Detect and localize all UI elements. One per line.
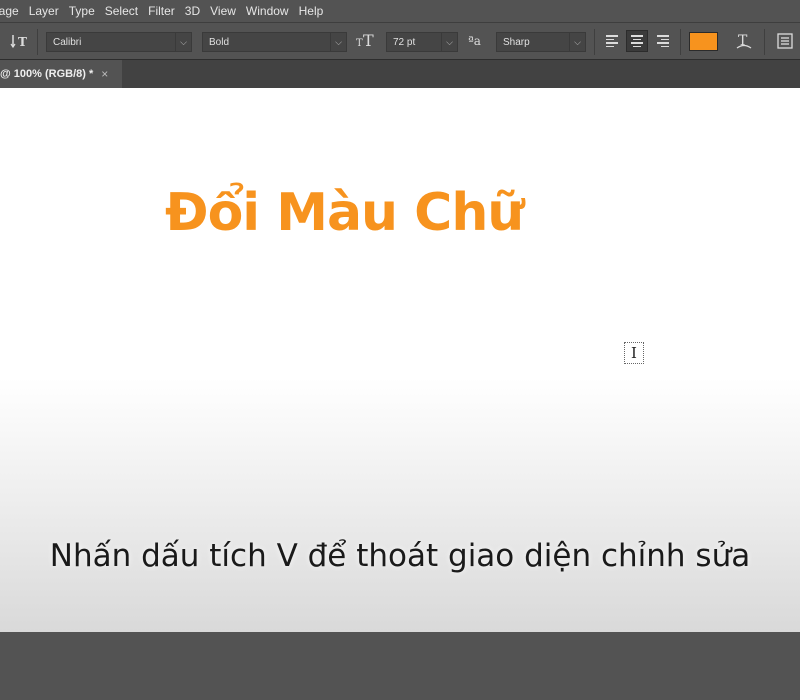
text-color-swatch[interactable] [689,32,718,51]
document-tab-title: @ 100% (RGB/8) * [0,68,94,80]
menu-filter[interactable]: Filter [143,0,180,22]
font-family-value: Calibri [53,36,82,48]
canvas-headline-text[interactable]: Đổi Màu Chữ [165,183,585,243]
document-tab[interactable]: @ 100% (RGB/8) * × [0,60,122,88]
menu-view[interactable]: View [205,0,241,22]
chevron-down-icon: ⌵ [441,33,457,51]
svg-text:T: T [356,38,363,49]
warp-text-icon[interactable]: T [734,31,754,55]
align-right-button[interactable] [652,30,674,52]
menu-image[interactable]: nage [0,0,24,22]
anti-alias-value: Sharp [503,36,530,48]
align-right-icon [657,35,669,47]
menu-3d[interactable]: 3D [180,0,205,22]
menu-layer[interactable]: Layer [24,0,64,22]
font-size-icon: T T [356,31,378,53]
menu-select[interactable]: Select [100,0,143,22]
video-caption: Nhấn dấu tích V để thoát giao diện chỉnh… [49,538,751,574]
font-size-value: 72 pt [393,36,416,48]
chevron-down-icon: ⌵ [175,33,191,51]
chevron-down-icon: ⌵ [569,33,585,51]
font-style-dropdown[interactable]: Bold ⌵ [202,32,347,52]
document-canvas[interactable]: Đổi Màu Chữ I Nhấn dấu tích V để thoát g… [0,88,800,632]
text-cursor-icon: I [624,342,644,364]
options-bar: T Calibri ⌵ Bold ⌵ T T 72 pt ⌵ ªa Sharp … [0,22,800,60]
menu-window[interactable]: Window [241,0,294,22]
divider [764,29,765,55]
chevron-down-icon: ⌵ [330,33,346,51]
divider [37,29,38,55]
anti-alias-icon: ªa [468,34,481,48]
align-center-button[interactable] [626,30,648,52]
svg-text:T: T [18,35,27,49]
align-left-button[interactable] [601,30,623,52]
font-size-dropdown[interactable]: 72 pt ⌵ [386,32,458,52]
text-orientation-toggle-icon[interactable]: T [10,32,28,54]
align-left-icon [606,35,618,47]
anti-alias-dropdown[interactable]: Sharp ⌵ [496,32,586,52]
document-tab-bar: @ 100% (RGB/8) * × [0,60,800,88]
menu-type[interactable]: Type [64,0,100,22]
font-style-value: Bold [209,36,230,48]
character-panel-icon[interactable] [776,32,794,54]
divider [594,29,595,55]
menu-help[interactable]: Help [294,0,329,22]
close-icon[interactable]: × [101,67,108,81]
menu-bar: nage Layer Type Select Filter 3D View Wi… [0,0,800,22]
caption-band [0,378,800,632]
font-family-dropdown[interactable]: Calibri ⌵ [46,32,192,52]
align-center-icon [631,35,643,47]
divider [680,29,681,55]
svg-text:T: T [363,31,374,49]
